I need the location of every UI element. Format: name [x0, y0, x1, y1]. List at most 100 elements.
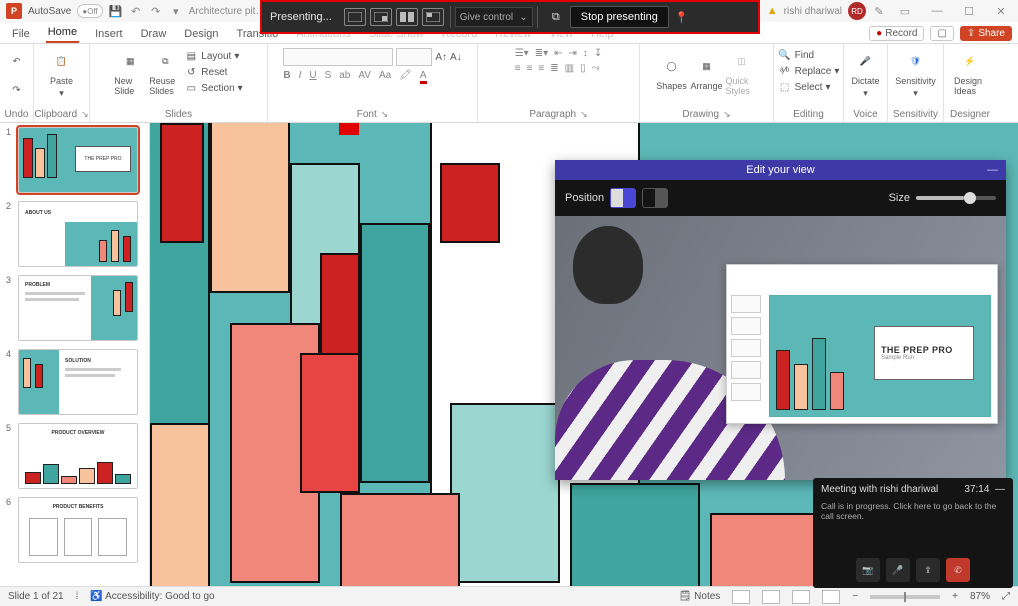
align-text-button[interactable]: ▯: [580, 63, 586, 74]
new-slide-button[interactable]: ▦New Slide: [114, 48, 146, 96]
clipboard-launcher-icon[interactable]: ↘: [81, 109, 89, 120]
evv-minimize-icon[interactable]: —: [987, 160, 998, 180]
indent-left-button[interactable]: ⇤: [554, 48, 562, 59]
align-left-button[interactable]: ≡: [515, 63, 521, 74]
tab-home[interactable]: Home: [46, 23, 79, 43]
thumbnail-1[interactable]: THE PREP PRO: [18, 127, 138, 193]
give-control-dropdown[interactable]: Give control⌄: [455, 7, 533, 27]
thumbnail-5[interactable]: PRODUCT OVERVIEW: [18, 423, 138, 489]
shadow-button[interactable]: ab: [339, 70, 350, 81]
maximize-icon[interactable]: ☐: [956, 1, 982, 21]
toast-share-button[interactable]: ⇪: [916, 558, 940, 582]
grow-font-icon[interactable]: A↑: [435, 52, 447, 63]
sensitivity-button[interactable]: 🛡Sensitivity▾: [900, 48, 932, 99]
shrink-font-icon[interactable]: A↓: [450, 52, 462, 63]
slide-counter[interactable]: Slide 1 of 21: [8, 591, 64, 602]
layout-option-2-icon[interactable]: [370, 8, 392, 26]
thumbnail-6[interactable]: PRODUCT BENEFITS: [18, 497, 138, 563]
evv-size-slider[interactable]: [916, 196, 996, 200]
highlight-button[interactable]: 🖍: [399, 70, 412, 81]
thumbnail-4[interactable]: SOLUTION: [18, 349, 138, 415]
select-button[interactable]: ⬚Select ▾: [778, 80, 840, 94]
popout-icon[interactable]: ⧉: [546, 8, 566, 26]
paste-button[interactable]: 📋Paste▾: [46, 48, 78, 99]
font-color-button[interactable]: A: [420, 70, 427, 81]
tab-draw[interactable]: Draw: [139, 25, 169, 43]
accessibility-status[interactable]: ♿ Accessibility: Good to go: [90, 591, 214, 602]
avatar[interactable]: RD: [848, 2, 866, 20]
quick-styles-button[interactable]: ◫Quick Styles: [726, 48, 758, 96]
pin-icon[interactable]: 📍: [675, 11, 693, 24]
dictate-button[interactable]: 🎤Dictate▾: [850, 48, 882, 99]
bold-button[interactable]: B: [283, 70, 290, 81]
reading-view-button[interactable]: [792, 590, 810, 604]
font-size-select[interactable]: [396, 48, 432, 66]
line-spacing-button[interactable]: ↕: [583, 48, 588, 59]
language-status[interactable]: ⁞: [76, 591, 79, 602]
zoom-in-button[interactable]: +: [952, 591, 958, 602]
layout-option-3-icon[interactable]: [396, 8, 418, 26]
share-button[interactable]: ⇪ Share: [960, 26, 1012, 41]
evv-titlebar[interactable]: Edit your view —: [555, 160, 1006, 180]
slide-thumbnails-panel[interactable]: 1 THE PREP PRO 2 ABOUT US 3 PROBLEM: [0, 123, 150, 586]
layout-button[interactable]: ▤Layout ▾: [184, 49, 242, 63]
align-right-button[interactable]: ≡: [538, 63, 544, 74]
meeting-toast[interactable]: Meeting with rishi dhariwal 37:14 — Call…: [813, 478, 1013, 588]
font-name-select[interactable]: [283, 48, 393, 66]
toast-camera-button[interactable]: 📷: [856, 558, 880, 582]
signed-in-user[interactable]: rishi dhariwal: [784, 6, 842, 17]
reset-button[interactable]: ↺Reset: [184, 65, 242, 79]
tab-insert[interactable]: Insert: [93, 25, 125, 43]
sorter-view-button[interactable]: [762, 590, 780, 604]
autosave-toggle[interactable]: ● Off: [77, 4, 102, 18]
qat-overflow-icon[interactable]: ▾: [169, 4, 183, 18]
undo-button[interactable]: ↶: [1, 48, 33, 74]
numbering-button[interactable]: ≣▾: [535, 48, 548, 59]
strike-button[interactable]: S: [325, 70, 332, 81]
undo-qat-icon[interactable]: ↶: [129, 4, 143, 18]
present-button[interactable]: ▢: [930, 26, 953, 41]
minimize-icon[interactable]: —: [924, 1, 950, 21]
align-center-button[interactable]: ≡: [527, 63, 533, 74]
case-button[interactable]: Aa: [379, 70, 391, 81]
toast-minimize-icon[interactable]: —: [995, 484, 1005, 495]
replace-button[interactable]: ᵃ⁄ᵇReplace ▾: [778, 64, 840, 78]
position-left-button[interactable]: [610, 188, 636, 208]
close-icon[interactable]: ✕: [988, 1, 1014, 21]
reuse-slides-button[interactable]: ⧉Reuse Slides: [149, 48, 181, 96]
font-launcher-icon[interactable]: ↘: [381, 109, 389, 120]
zoom-slider[interactable]: [870, 595, 940, 599]
record-button[interactable]: ●Record: [869, 26, 924, 41]
fit-to-window-button[interactable]: ⤢: [1002, 591, 1010, 602]
thumbnail-2[interactable]: ABOUT US: [18, 201, 138, 267]
zoom-percent[interactable]: 87%: [970, 591, 990, 602]
italic-button[interactable]: I: [299, 70, 302, 81]
layout-option-1-icon[interactable]: [344, 8, 366, 26]
position-right-button[interactable]: [642, 188, 668, 208]
stop-presenting-button[interactable]: Stop presenting: [570, 6, 669, 28]
layout-option-4-icon[interactable]: [422, 8, 444, 26]
normal-view-button[interactable]: [732, 590, 750, 604]
underline-button[interactable]: U: [309, 70, 316, 81]
thumbnail-3[interactable]: PROBLEM: [18, 275, 138, 341]
text-direction-button[interactable]: ↧: [594, 48, 602, 59]
toast-hangup-button[interactable]: ✆: [946, 558, 970, 582]
toast-mic-button[interactable]: 🎤: [886, 558, 910, 582]
zoom-out-button[interactable]: −: [852, 591, 858, 602]
ribbon-options-icon[interactable]: ▭: [892, 1, 918, 21]
tab-file[interactable]: File: [10, 25, 32, 43]
redo-qat-icon[interactable]: ↷: [149, 4, 163, 18]
design-ideas-button[interactable]: ⚡Design Ideas: [954, 48, 986, 96]
shapes-button[interactable]: ◯Shapes: [656, 53, 688, 91]
tab-design[interactable]: Design: [182, 25, 220, 43]
section-button[interactable]: ▭Section ▾: [184, 81, 242, 95]
slideshow-view-button[interactable]: [822, 590, 840, 604]
smartart-button[interactable]: ⤳: [592, 63, 600, 74]
indent-right-button[interactable]: ⇥: [569, 48, 577, 59]
columns-button[interactable]: ▥: [565, 63, 574, 74]
find-button[interactable]: 🔍Find: [778, 48, 840, 62]
ink-icon[interactable]: ✎: [872, 4, 886, 18]
redo-button[interactable]: ↷: [12, 85, 20, 96]
notes-button[interactable]: 🗒 Notes: [679, 591, 721, 602]
save-icon[interactable]: 💾: [109, 4, 123, 18]
